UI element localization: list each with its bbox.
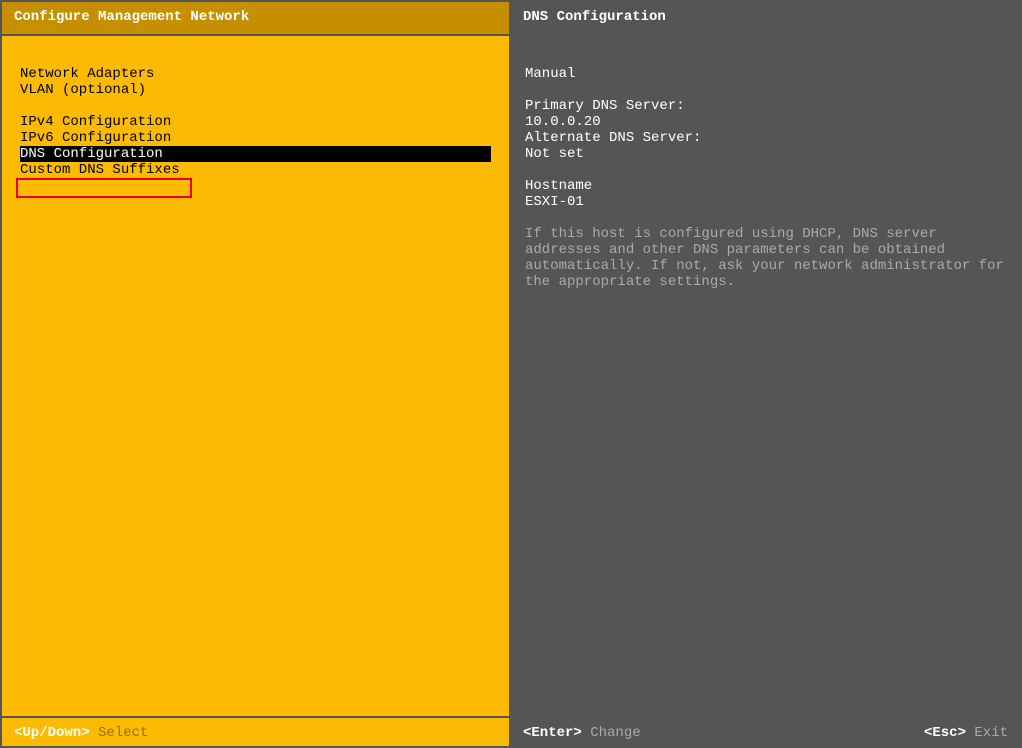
esc-key: <Esc> <box>924 725 966 741</box>
help-text: If this host is configured using DHCP, D… <box>525 226 1006 290</box>
menu-item-custom-dns-suffixes[interactable]: Custom DNS Suffixes <box>2 162 509 178</box>
menu-item-ipv4[interactable]: IPv4 Configuration <box>2 114 509 130</box>
dns-mode-block: Manual <box>525 66 1006 82</box>
selection-highlight <box>16 178 192 198</box>
dns-mode: Manual <box>525 66 1006 82</box>
updown-key: <Up/Down> <box>14 725 90 741</box>
enter-hint: <Enter> Change <box>523 725 641 739</box>
esxi-config-screen: Configure Management Network DNS Configu… <box>0 0 1022 748</box>
esc-hint: <Esc> Exit <box>924 725 1008 739</box>
enter-key: <Enter> <box>523 725 582 741</box>
alternate-dns-value: Not set <box>525 146 1006 162</box>
header-left-title: Configure Management Network <box>2 2 511 34</box>
updown-action: Select <box>98 725 148 741</box>
alternate-dns-label: Alternate DNS Server: <box>525 130 1006 146</box>
footer-row: <Up/Down> Select <Enter> Change <Esc> Ex… <box>2 716 1020 746</box>
header-right-title: DNS Configuration <box>511 2 1020 34</box>
hostname-block: Hostname ESXI-01 <box>525 178 1006 210</box>
content-row: Network Adapters VLAN (optional) IPv4 Co… <box>2 34 1020 716</box>
enter-action: Change <box>590 725 640 741</box>
menu-item-ipv6[interactable]: IPv6 Configuration <box>2 130 509 146</box>
menu-item-dns-config[interactable]: DNS Configuration <box>20 146 491 162</box>
menu-item-vlan[interactable]: VLAN (optional) <box>20 82 509 98</box>
menu-panel: Network Adapters VLAN (optional) IPv4 Co… <box>2 34 511 716</box>
primary-dns-value: 10.0.0.20 <box>525 114 1006 130</box>
menu-group-adapters: Network Adapters VLAN (optional) <box>2 66 509 98</box>
dns-servers-block: Primary DNS Server: 10.0.0.20 Alternate … <box>525 98 1006 162</box>
header-row: Configure Management Network DNS Configu… <box>2 2 1020 34</box>
footer-right: <Enter> Change <Esc> Exit <box>511 718 1020 746</box>
footer-left: <Up/Down> Select <box>2 718 511 746</box>
esc-action: Exit <box>974 725 1008 741</box>
hostname-label: Hostname <box>525 178 1006 194</box>
details-panel: Manual Primary DNS Server: 10.0.0.20 Alt… <box>511 34 1020 716</box>
primary-dns-label: Primary DNS Server: <box>525 98 1006 114</box>
hostname-value: ESXI-01 <box>525 194 1006 210</box>
menu-group-config: IPv4 Configuration IPv6 Configuration DN… <box>2 114 509 178</box>
menu-item-network-adapters[interactable]: Network Adapters <box>20 66 509 82</box>
